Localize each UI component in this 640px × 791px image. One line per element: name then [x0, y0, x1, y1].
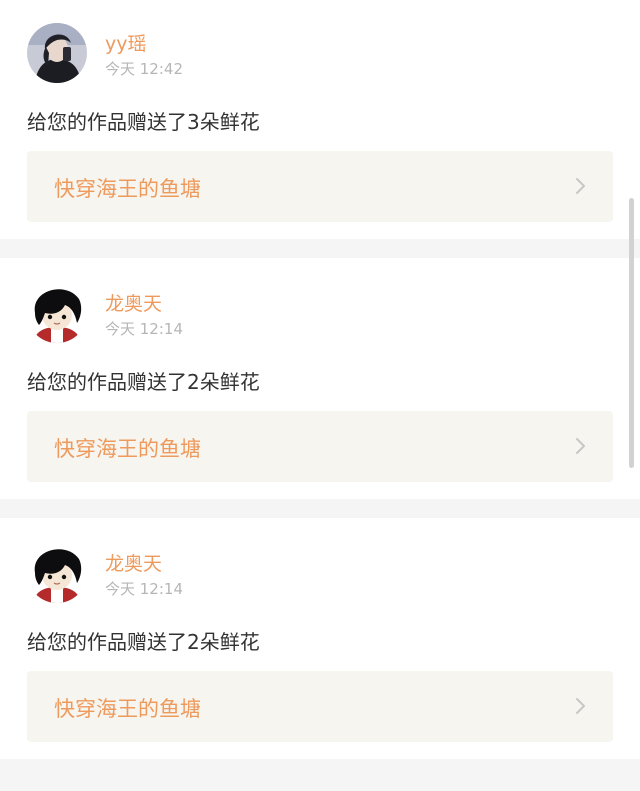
notification-card: 龙奥天 今天 12:14 给您的作品赠送了2朵鲜花 快穿海王的鱼塘	[0, 518, 640, 759]
gift-message: 给您的作品赠送了2朵鲜花	[27, 370, 260, 394]
avatar[interactable]	[27, 283, 87, 343]
gift-message: 给您的作品赠送了2朵鲜花	[27, 630, 260, 654]
notification-card: 龙奥天 今天 12:14 给您的作品赠送了2朵鲜花 快穿海王的鱼塘	[0, 258, 640, 499]
work-title: 快穿海王的鱼塘	[54, 437, 201, 461]
chevron-right-icon	[576, 438, 585, 454]
work-link-button[interactable]: 快穿海王的鱼塘	[27, 671, 613, 742]
username[interactable]: yy瑶	[105, 29, 147, 56]
scrollbar[interactable]	[629, 198, 634, 468]
cartoon-boy-avatar-icon	[27, 543, 87, 603]
timestamp: 今天 12:14	[105, 320, 183, 338]
gift-message: 给您的作品赠送了3朵鲜花	[27, 110, 260, 134]
notification-feed: yy瑶 今天 12:42 给您的作品赠送了3朵鲜花 快穿海王的鱼塘 龙奥天 今天…	[0, 0, 640, 759]
work-link-button[interactable]: 快穿海王的鱼塘	[27, 411, 613, 482]
username[interactable]: 龙奥天	[105, 289, 162, 316]
work-title: 快穿海王的鱼塘	[54, 177, 201, 201]
timestamp: 今天 12:42	[105, 60, 183, 78]
username[interactable]: 龙奥天	[105, 549, 162, 576]
chevron-right-icon	[576, 698, 585, 714]
work-link-button[interactable]: 快穿海王的鱼塘	[27, 151, 613, 222]
avatar[interactable]	[27, 23, 87, 83]
cartoon-boy-avatar-icon	[27, 283, 87, 343]
user-photo-avatar-icon	[27, 23, 87, 83]
notification-card: yy瑶 今天 12:42 给您的作品赠送了3朵鲜花 快穿海王的鱼塘	[0, 0, 640, 239]
chevron-right-icon	[576, 178, 585, 194]
avatar[interactable]	[27, 543, 87, 603]
work-title: 快穿海王的鱼塘	[54, 697, 201, 721]
timestamp: 今天 12:14	[105, 580, 183, 598]
